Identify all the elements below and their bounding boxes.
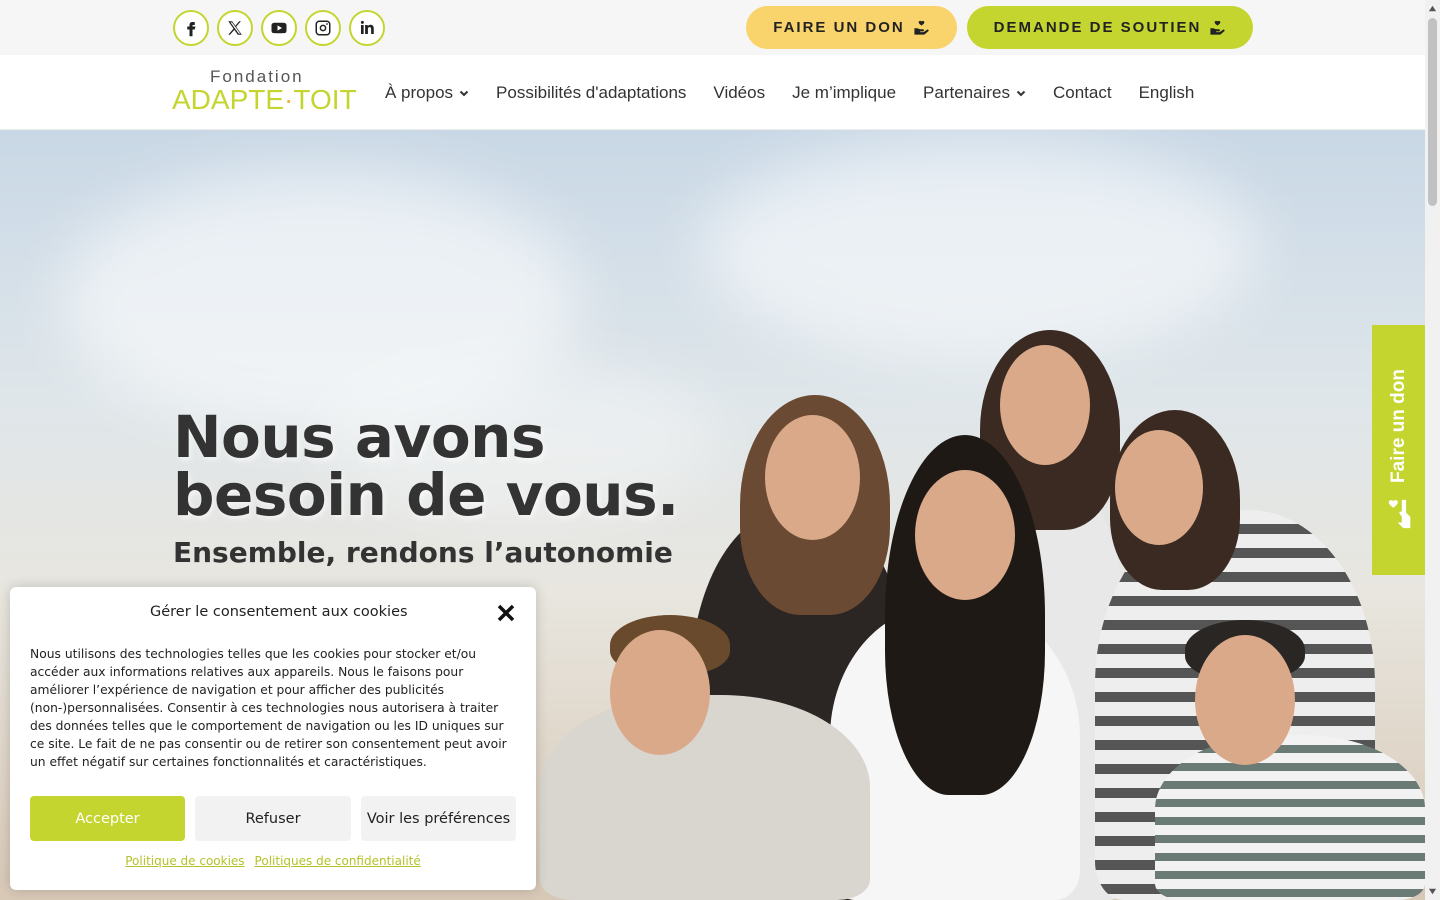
page-scrollbar[interactable] [1425, 0, 1440, 900]
chevron-down-icon [1016, 90, 1026, 96]
cookie-consent-dialog: Gérer le consentement aux cookies Nous u… [10, 587, 536, 890]
donate-button-label: FAIRE UN DON [773, 19, 905, 36]
side-donate-label: Faire un don [1387, 369, 1409, 483]
nav-item-label: English [1138, 82, 1195, 102]
hero-subtitle: Ensemble, rendons l’autonomie [173, 536, 673, 569]
main-header: Fondation ADAPTE·TOIT À propos Possibilit… [0, 55, 1425, 130]
youtube-link[interactable] [261, 10, 297, 46]
scroll-up-arrow-icon[interactable] [1428, 4, 1437, 13]
nav-item-6[interactable]: English [1139, 83, 1195, 103]
nav-item-label: Partenaires [923, 82, 1010, 102]
nav-item-4[interactable]: Partenaires [923, 83, 1026, 103]
support-button-label: DEMANDE DE SOUTIEN [993, 19, 1202, 36]
facebook-link[interactable] [173, 10, 209, 46]
instagram-link[interactable] [305, 10, 341, 46]
hand-heart-icon [914, 20, 929, 35]
close-icon [497, 604, 515, 622]
nav-item-label: Vidéos [713, 82, 766, 102]
cookie-accept-button[interactable]: Accepter [30, 796, 185, 841]
linkedin-link[interactable] [349, 10, 385, 46]
social-links [173, 10, 385, 46]
hand-heart-icon [1388, 499, 1410, 529]
cookie-close-button[interactable] [496, 603, 516, 623]
hero-title: Nous avons besoin de vous. [173, 403, 679, 529]
nav-item-0[interactable]: À propos [385, 83, 469, 103]
site-logo[interactable]: Fondation ADAPTE·TOIT [172, 67, 357, 117]
main-nav: À propos Possibilités d'adaptations Vidéos… [385, 55, 1194, 130]
cookie-refuse-button[interactable]: Refuser [195, 796, 351, 841]
side-donate-tab[interactable]: Faire un don [1372, 325, 1425, 575]
chevron-down-icon [459, 90, 469, 96]
nav-item-label: Je m’implique [792, 82, 897, 102]
scrollbar-thumb[interactable] [1428, 18, 1437, 206]
nav-item-3[interactable]: Je m’implique [792, 83, 896, 103]
nav-item-1[interactable]: Possibilités d'adaptations [496, 83, 686, 103]
cookie-preferences-button[interactable]: Voir les préférences [361, 796, 516, 841]
nav-item-label: Contact [1052, 82, 1112, 102]
cookie-description: Nous utilisons des technologies telles q… [30, 647, 507, 769]
nav-item-5[interactable]: Contact [1053, 83, 1112, 103]
logo-bottom-text: ADAPTE·TOIT [172, 84, 357, 115]
hand-heart-icon [1210, 20, 1226, 35]
linkedin-icon [360, 20, 374, 34]
cookie-policy-links: Politique de cookies Politiques de confi… [10, 854, 536, 868]
instagram-icon [315, 20, 331, 36]
youtube-icon [271, 22, 287, 34]
top-bar: FAIRE UN DON DEMANDE DE SOUTIEN [0, 0, 1425, 55]
facebook-icon [187, 22, 196, 37]
nav-item-2[interactable]: Vidéos [713, 83, 765, 103]
x-link[interactable] [217, 10, 253, 46]
nav-item-label: Possibilités d'adaptations [496, 82, 687, 102]
support-request-button[interactable]: DEMANDE DE SOUTIEN [967, 6, 1253, 49]
privacy-policy-link[interactable]: Politiques de confidentialité [255, 854, 421, 868]
cookie-dialog-title: Gérer le consentement aux cookies [150, 604, 408, 620]
cookie-policy-link[interactable]: Politique de cookies [125, 854, 244, 868]
x-twitter-icon [228, 21, 242, 35]
donate-button[interactable]: FAIRE UN DON [746, 6, 957, 49]
scroll-down-arrow-icon[interactable] [1428, 887, 1437, 896]
nav-item-label: À propos [385, 82, 454, 102]
